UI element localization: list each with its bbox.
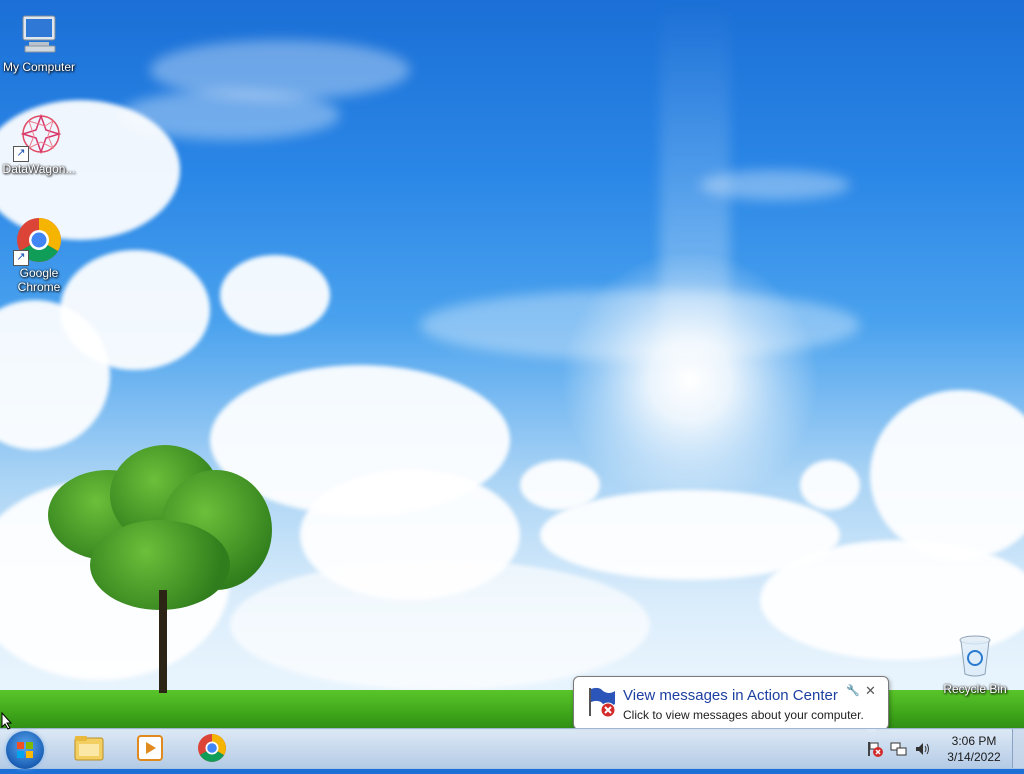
file-explorer-icon — [74, 736, 104, 761]
computer-icon — [15, 10, 63, 58]
desktop-icon-label: DataWagon... — [2, 162, 76, 176]
taskbar-media-player[interactable] — [133, 732, 167, 764]
notification-text: Click to view messages about your comput… — [623, 708, 864, 722]
desktop-icon-label: My Computer — [2, 60, 76, 74]
cloud — [220, 255, 330, 335]
desktop-icon-label: Google Chrome — [17, 266, 61, 294]
chrome-icon — [198, 734, 226, 762]
show-desktop-button[interactable] — [1012, 729, 1024, 768]
media-player-icon — [137, 735, 163, 761]
start-button[interactable] — [6, 731, 44, 769]
action-center-flag-icon — [585, 686, 617, 718]
taskbar-clock[interactable]: 3:06 PM 3/14/2022 — [934, 733, 1014, 765]
action-center-tray-icon[interactable] — [866, 740, 884, 761]
notification-title: View messages in Action Center — [623, 687, 838, 704]
clock-time: 3:06 PM — [951, 734, 997, 748]
datawagon-icon: ↗ — [13, 112, 63, 162]
sun — [560, 250, 820, 510]
desktop-icon-datawagon[interactable]: ↗ DataWagon... — [1, 112, 77, 176]
wrench-icon[interactable]: 🔧 — [846, 684, 860, 697]
cloud — [800, 460, 860, 510]
cloud — [870, 390, 1024, 560]
volume-icon[interactable] — [914, 740, 932, 761]
cloud-wisp — [420, 290, 860, 360]
desktop-icon-recycle-bin[interactable]: Recycle Bin — [937, 632, 1013, 696]
taskbar-file-explorer[interactable] — [72, 732, 106, 764]
mouse-cursor-icon — [1, 711, 13, 735]
recycle-bin-icon — [951, 632, 999, 680]
clock-date: 3/14/2022 — [947, 750, 1001, 764]
action-center-notification[interactable]: View messages in Action Center Click to … — [573, 676, 889, 730]
desktop-icon-label: Recycle Bin — [943, 682, 1007, 696]
shortcut-arrow-icon: ↗ — [13, 250, 29, 266]
taskbar-chrome[interactable] — [195, 732, 229, 764]
desktop-icon-google-chrome[interactable]: ↗ Google Chrome — [1, 216, 77, 294]
chrome-icon: ↗ — [13, 216, 63, 266]
shortcut-arrow-icon: ↗ — [13, 146, 29, 162]
cloud — [230, 560, 650, 690]
cloud-wisp — [700, 170, 850, 200]
network-icon[interactable] — [890, 740, 908, 761]
desktop-icon-my-computer[interactable]: My Computer — [1, 10, 77, 74]
windows-logo-icon — [17, 742, 33, 758]
close-icon[interactable]: ✕ — [865, 683, 876, 699]
